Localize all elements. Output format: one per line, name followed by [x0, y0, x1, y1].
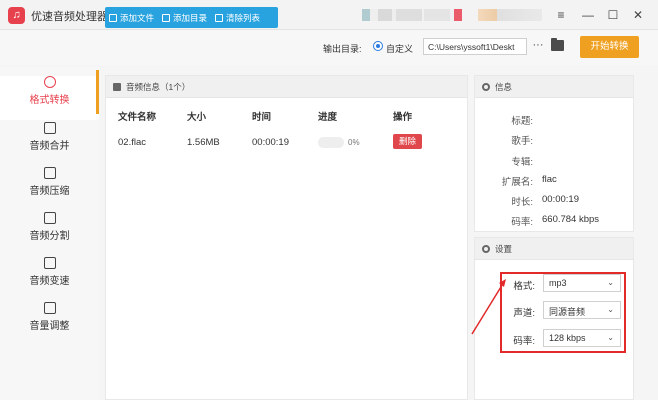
info-value: 00:00:19: [542, 194, 579, 205]
file-time-cell: 00:00:19: [252, 137, 289, 148]
start-convert-button[interactable]: 开始转换: [580, 36, 639, 58]
sidebar-item-label: 音频压缩: [29, 186, 70, 197]
file-panel-header: 音频信息（1个）: [106, 76, 467, 98]
gear-icon: [482, 82, 490, 91]
add-dir-label: 添加目录: [173, 12, 208, 23]
format-icon: [43, 76, 56, 88]
sidebar-item-label: 音频合并: [29, 141, 70, 152]
settings-panel-header: 设置: [475, 238, 633, 260]
info-value: 660.784 kbps: [542, 214, 600, 225]
sidebar-item-format[interactable]: 格式转换: [0, 76, 99, 120]
progress-bar: [318, 137, 344, 148]
add-file-button[interactable]: 添加文件: [105, 7, 158, 28]
sidebar-item-merge[interactable]: 音频合并: [0, 122, 99, 166]
info-label: 标题:: [511, 116, 533, 127]
file-button-group: 添加文件 添加目录 清除列表: [105, 7, 278, 28]
progress-text: 0%: [348, 138, 360, 147]
sidebar-item-split[interactable]: 音频分割: [0, 212, 99, 256]
minimize-button[interactable]: —: [578, 5, 598, 25]
add-folder-icon: [162, 13, 171, 22]
column-header-time: 时间: [252, 112, 272, 123]
add-file-label: 添加文件: [120, 12, 155, 23]
file-size-cell: 1.56MB: [187, 137, 220, 148]
sidebar-item-label: 音频分割: [29, 231, 70, 242]
info-label: 专辑:: [511, 157, 533, 168]
sidebar-item-label: 音频变速: [29, 276, 70, 287]
active-indicator: [96, 70, 99, 114]
info-label: 扩展名:: [501, 177, 533, 188]
clear-list-button[interactable]: 清除列表: [211, 7, 264, 28]
blurred-user-avatar: [478, 9, 542, 21]
clear-list-label: 清除列表: [226, 12, 261, 23]
close-button[interactable]: ✕: [628, 5, 648, 25]
info-panel: 信息 标题: 歌手: 专辑: 扩展名: flac 时长: 00:00:19 码率…: [474, 75, 634, 232]
add-file-icon: [109, 13, 117, 22]
trash-icon: [215, 13, 224, 22]
speed-icon: [43, 257, 56, 269]
title-bar: ♫ 优速音频处理器 ≡ — ☐ ✕: [0, 0, 658, 30]
delete-button[interactable]: 删除: [393, 134, 422, 149]
column-header-progress: 进度: [318, 112, 338, 123]
custom-radio-label[interactable]: 自定义: [386, 42, 413, 55]
browse-more-button[interactable]: ···: [531, 38, 545, 54]
info-label: 时长:: [511, 197, 533, 208]
restore-button[interactable]: ☐: [603, 5, 623, 25]
sidebar-item-label: 格式转换: [29, 95, 70, 106]
output-path-input[interactable]: C:\Users\yssoft1\Deskt: [423, 38, 527, 55]
sidebar-item-speed[interactable]: 音频变速: [0, 257, 99, 301]
column-header-action: 操作: [393, 112, 413, 123]
column-header-size: 大小: [187, 112, 207, 123]
settings-panel-title: 设置: [495, 243, 513, 254]
column-header-name: 文件名称: [118, 112, 157, 123]
volume-icon: [43, 302, 56, 314]
image-icon: [113, 82, 121, 91]
info-panel-title: 信息: [495, 81, 513, 92]
open-folder-icon[interactable]: [551, 38, 564, 51]
info-label: 码率:: [511, 217, 533, 228]
highlight-box: [500, 272, 626, 353]
file-panel-title: 音频信息（1个）: [126, 81, 191, 92]
add-dir-button[interactable]: 添加目录: [158, 7, 211, 28]
compress-icon: [43, 167, 56, 179]
sidebar-item-label: 音量调整: [29, 321, 70, 332]
output-dir-label: 输出目录:: [323, 44, 362, 54]
blurred-account-info: [362, 9, 462, 21]
info-label: 歌手:: [511, 136, 533, 147]
sidebar-item-compress[interactable]: 音频压缩: [0, 167, 99, 211]
app-title: 优速音频处理器: [31, 11, 108, 23]
split-icon: [43, 212, 56, 224]
file-name-cell[interactable]: 02.flac: [118, 137, 146, 148]
sidebar-item-volume[interactable]: 音量调整: [0, 302, 99, 346]
file-list-panel: 音频信息（1个） 文件名称 大小 时间 进度 操作 02.flac 1.56MB…: [105, 75, 468, 400]
gear-icon: [482, 244, 490, 253]
menu-icon[interactable]: ≡: [551, 5, 571, 25]
merge-icon: [43, 122, 56, 134]
info-value: flac: [542, 174, 557, 185]
custom-radio[interactable]: [373, 41, 383, 51]
annotation-arrow: [471, 279, 506, 335]
app-logo-icon: ♫: [8, 7, 25, 24]
info-panel-header: 信息: [475, 76, 633, 98]
